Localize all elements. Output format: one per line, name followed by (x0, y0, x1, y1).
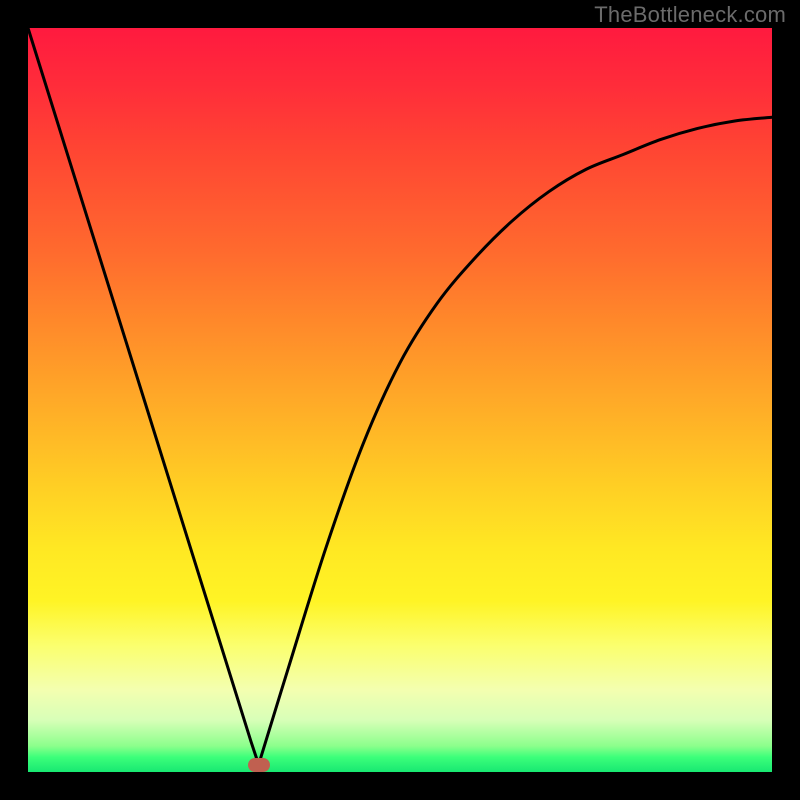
min-marker (248, 758, 270, 772)
watermark-text: TheBottleneck.com (594, 2, 786, 28)
plot-area (28, 28, 772, 772)
bottleneck-curve (28, 28, 772, 772)
chart-frame: TheBottleneck.com (0, 0, 800, 800)
